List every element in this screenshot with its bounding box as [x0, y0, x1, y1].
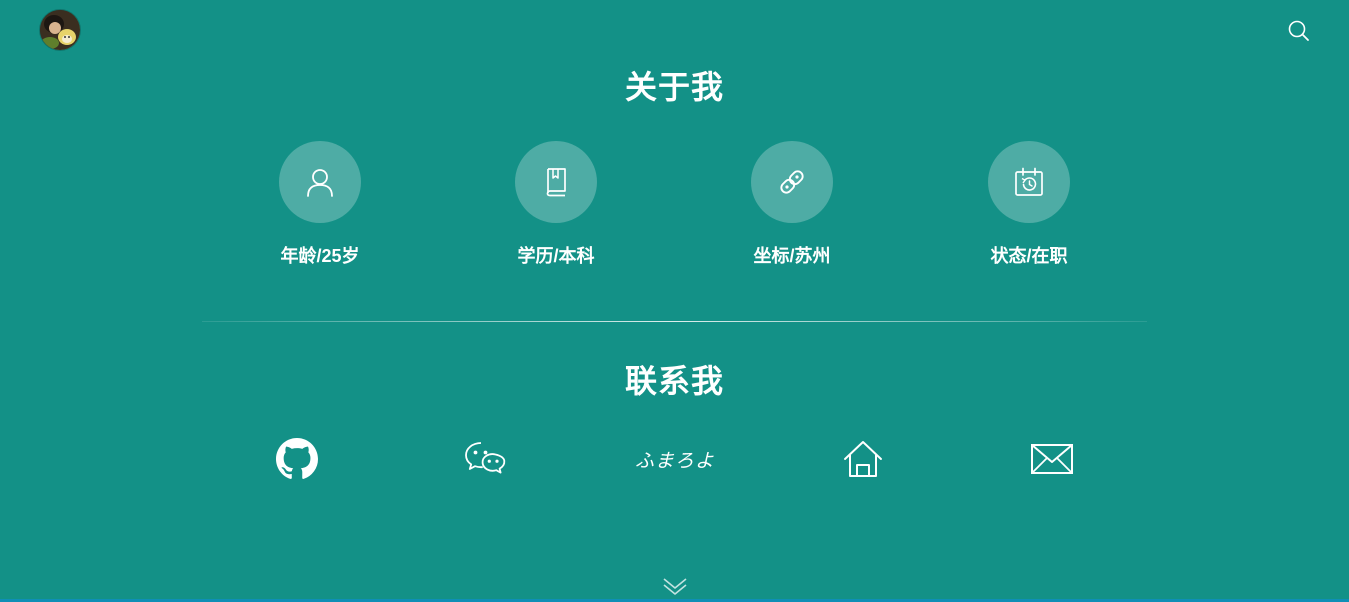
- about-item-location: 坐标/苏州: [732, 141, 852, 268]
- search-icon: [1288, 20, 1309, 41]
- github-icon: [276, 438, 318, 479]
- script-logo-icon: ふまろよ: [634, 449, 715, 472]
- about-item-education: 学历/本科: [496, 141, 616, 268]
- about-label-status: 状态/在职: [990, 246, 1068, 266]
- home-icon: [844, 441, 882, 477]
- blog-link[interactable]: ふまろよ: [632, 436, 718, 482]
- search-button[interactable]: [1286, 18, 1312, 44]
- link-icon: [780, 170, 804, 194]
- about-label-age: 年龄/25岁: [280, 246, 360, 266]
- mail-icon: [1031, 444, 1073, 474]
- about-label-education: 学历/本科: [517, 246, 595, 266]
- about-item-status: 状态/在职: [969, 141, 1089, 268]
- double-chevron-down-icon: [663, 578, 687, 595]
- about-icon-circle: [988, 141, 1070, 223]
- section-divider: [202, 321, 1147, 322]
- about-title: 关于我: [624, 69, 724, 105]
- contact-title: 联系我: [624, 363, 724, 399]
- wechat-link[interactable]: [463, 436, 509, 482]
- calendar-history-icon: [1015, 167, 1043, 196]
- email-link[interactable]: [1029, 436, 1075, 482]
- about-label-location: 坐标/苏州: [753, 246, 831, 266]
- about-icon-circle: [751, 141, 833, 223]
- about-icon-circle: [279, 141, 361, 223]
- book-icon: [546, 168, 566, 197]
- user-icon: [307, 169, 333, 197]
- about-icon-circle: [515, 141, 597, 223]
- wechat-icon: [465, 442, 506, 474]
- scroll-down-button[interactable]: [662, 576, 688, 596]
- avatar[interactable]: [40, 10, 80, 50]
- github-link[interactable]: [274, 436, 320, 482]
- home-link[interactable]: [840, 436, 886, 482]
- user-avatar-image: [40, 10, 80, 50]
- about-item-age: 年龄/25岁: [260, 141, 380, 268]
